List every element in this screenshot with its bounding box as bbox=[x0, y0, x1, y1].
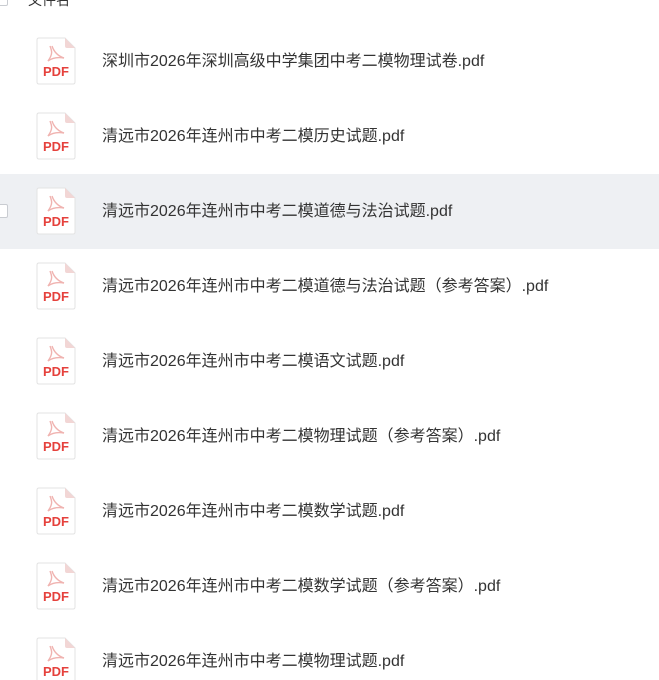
file-name-link[interactable]: 清远市2026年连州市中考二模物理试题（参考答案）.pdf bbox=[102, 399, 500, 474]
file-row[interactable]: PDF 清远市2026年连州市中考二模物理试题（参考答案）.pdf bbox=[0, 399, 659, 474]
file-list-header: 文件名 bbox=[0, 0, 659, 12]
pdf-file-icon[interactable]: PDF bbox=[36, 487, 76, 535]
file-name-link[interactable]: 清远市2026年连州市中考二模数学试题.pdf bbox=[102, 474, 404, 549]
pdf-file-icon[interactable]: PDF bbox=[36, 262, 76, 310]
file-row[interactable]: PDF 清远市2026年连州市中考二模道德与法治试题（参考答案）.pdf bbox=[0, 249, 659, 324]
svg-text:PDF: PDF bbox=[43, 589, 69, 604]
file-list: PDF 深圳市2026年深圳高级中学集团中考二模物理试卷.pdf PDF 清远市… bbox=[0, 24, 659, 680]
column-header-filename[interactable]: 文件名 bbox=[28, 0, 70, 10]
pdf-file-icon[interactable]: PDF bbox=[36, 37, 76, 85]
file-name-link[interactable]: 清远市2026年连州市中考二模道德与法治试题.pdf bbox=[102, 174, 452, 249]
file-row[interactable]: PDF 清远市2026年连州市中考二模数学试题.pdf bbox=[0, 474, 659, 549]
svg-text:PDF: PDF bbox=[43, 64, 69, 79]
file-name-link[interactable]: 深圳市2026年深圳高级中学集团中考二模物理试卷.pdf bbox=[102, 24, 484, 99]
file-name-link[interactable]: 清远市2026年连州市中考二模数学试题（参考答案）.pdf bbox=[102, 549, 500, 624]
file-row[interactable]: PDF 清远市2026年连州市中考二模语文试题.pdf bbox=[0, 324, 659, 399]
pdf-file-icon[interactable]: PDF bbox=[36, 112, 76, 160]
svg-text:PDF: PDF bbox=[43, 289, 69, 304]
pdf-file-icon[interactable]: PDF bbox=[36, 412, 76, 460]
file-row[interactable]: PDF 清远市2026年连州市中考二模数学试题（参考答案）.pdf bbox=[0, 549, 659, 624]
row-checkbox[interactable] bbox=[0, 204, 8, 218]
pdf-file-icon[interactable]: PDF bbox=[36, 337, 76, 385]
pdf-file-icon[interactable]: PDF bbox=[36, 562, 76, 610]
file-list-page: 文件名 PDF 深圳市2026年深圳高级中学集团中考二模物理试卷.pdf PDF… bbox=[0, 0, 659, 680]
svg-text:PDF: PDF bbox=[43, 664, 69, 679]
pdf-file-icon[interactable]: PDF bbox=[36, 187, 76, 235]
file-name-link[interactable]: 清远市2026年连州市中考二模语文试题.pdf bbox=[102, 324, 404, 399]
file-name-link[interactable]: 清远市2026年连州市中考二模历史试题.pdf bbox=[102, 99, 404, 174]
file-row[interactable]: PDF 深圳市2026年深圳高级中学集团中考二模物理试卷.pdf bbox=[0, 24, 659, 99]
svg-text:PDF: PDF bbox=[43, 439, 69, 454]
svg-text:PDF: PDF bbox=[43, 514, 69, 529]
svg-text:PDF: PDF bbox=[43, 364, 69, 379]
select-all-checkbox[interactable] bbox=[0, 0, 8, 6]
file-name-link[interactable]: 清远市2026年连州市中考二模道德与法治试题（参考答案）.pdf bbox=[102, 249, 548, 324]
file-row[interactable]: PDF 清远市2026年连州市中考二模历史试题.pdf bbox=[0, 99, 659, 174]
svg-text:PDF: PDF bbox=[43, 214, 69, 229]
pdf-file-icon[interactable]: PDF bbox=[36, 637, 76, 680]
file-row[interactable]: PDF 清远市2026年连州市中考二模道德与法治试题.pdf bbox=[0, 174, 659, 249]
file-row[interactable]: PDF 清远市2026年连州市中考二模物理试题.pdf bbox=[0, 624, 659, 680]
file-name-link[interactable]: 清远市2026年连州市中考二模物理试题.pdf bbox=[102, 624, 404, 680]
svg-text:PDF: PDF bbox=[43, 139, 69, 154]
